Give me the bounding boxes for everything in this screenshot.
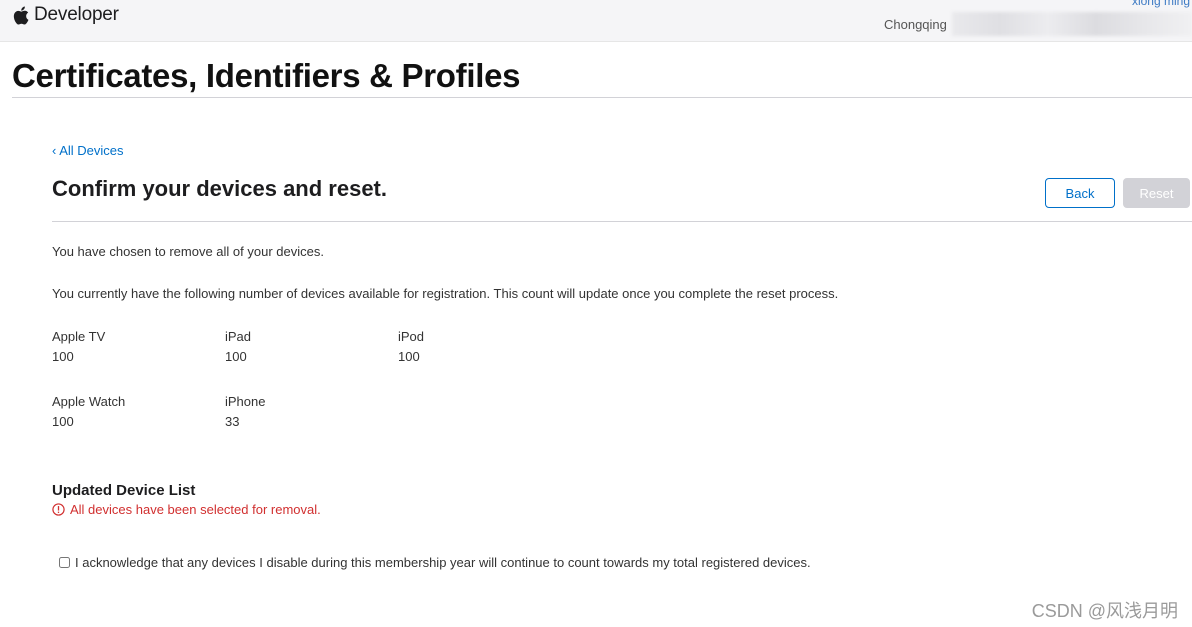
device-count: 100	[398, 349, 420, 364]
device-name: Apple TV	[52, 329, 106, 344]
warning-text: All devices have been selected for remov…	[70, 502, 321, 517]
back-button[interactable]: Back	[1045, 178, 1115, 208]
registration-count-notice: You currently have the following number …	[52, 286, 839, 301]
updated-device-list-title: Updated Device List	[52, 482, 196, 499]
redacted-team-info	[952, 12, 1192, 36]
device-count: 100	[52, 349, 74, 364]
device-name: iPod	[398, 329, 425, 344]
device-name: iPad	[225, 329, 252, 344]
device-count: 33	[225, 414, 240, 429]
reset-button[interactable]: Reset	[1123, 178, 1190, 208]
device-count: 100	[225, 349, 247, 364]
device-count-ipad: iPad 100	[225, 327, 385, 367]
acknowledge-label: I acknowledge that any devices I disable…	[75, 555, 811, 570]
device-name: Apple Watch	[52, 394, 126, 409]
removal-warning: All devices have been selected for remov…	[52, 502, 321, 517]
team-name: Chongqing	[884, 17, 947, 32]
page-title: Certificates, Identifiers & Profiles	[12, 57, 521, 94]
section-title: Confirm your devices and reset.	[52, 176, 387, 201]
device-count: 100	[52, 414, 74, 429]
global-header: Developer xiong ming Chongqing	[0, 0, 1192, 42]
title-divider	[12, 97, 1192, 98]
all-devices-link[interactable]: ‹ All Devices	[52, 143, 124, 158]
device-count-iphone: iPhone 33	[225, 392, 385, 432]
brand-label: Developer	[34, 4, 119, 25]
developer-home-link[interactable]: Developer	[13, 4, 119, 26]
removal-notice: You have chosen to remove all of your de…	[52, 244, 324, 259]
error-circle-icon	[52, 503, 65, 516]
apple-logo-icon	[13, 5, 29, 25]
csdn-watermark: CSDN @风浅月明	[1031, 601, 1178, 621]
acknowledge-checkbox[interactable]	[59, 557, 70, 568]
section-divider	[52, 221, 1192, 222]
device-name: iPhone	[225, 394, 266, 409]
device-count-apple-tv: Apple TV 100	[52, 327, 212, 367]
acknowledge-row[interactable]: I acknowledge that any devices I disable…	[59, 555, 811, 570]
device-count-apple-watch: Apple Watch 100	[52, 392, 212, 432]
device-count-ipod: iPod 100	[398, 327, 558, 367]
account-name[interactable]: xiong ming	[1132, 0, 1190, 8]
